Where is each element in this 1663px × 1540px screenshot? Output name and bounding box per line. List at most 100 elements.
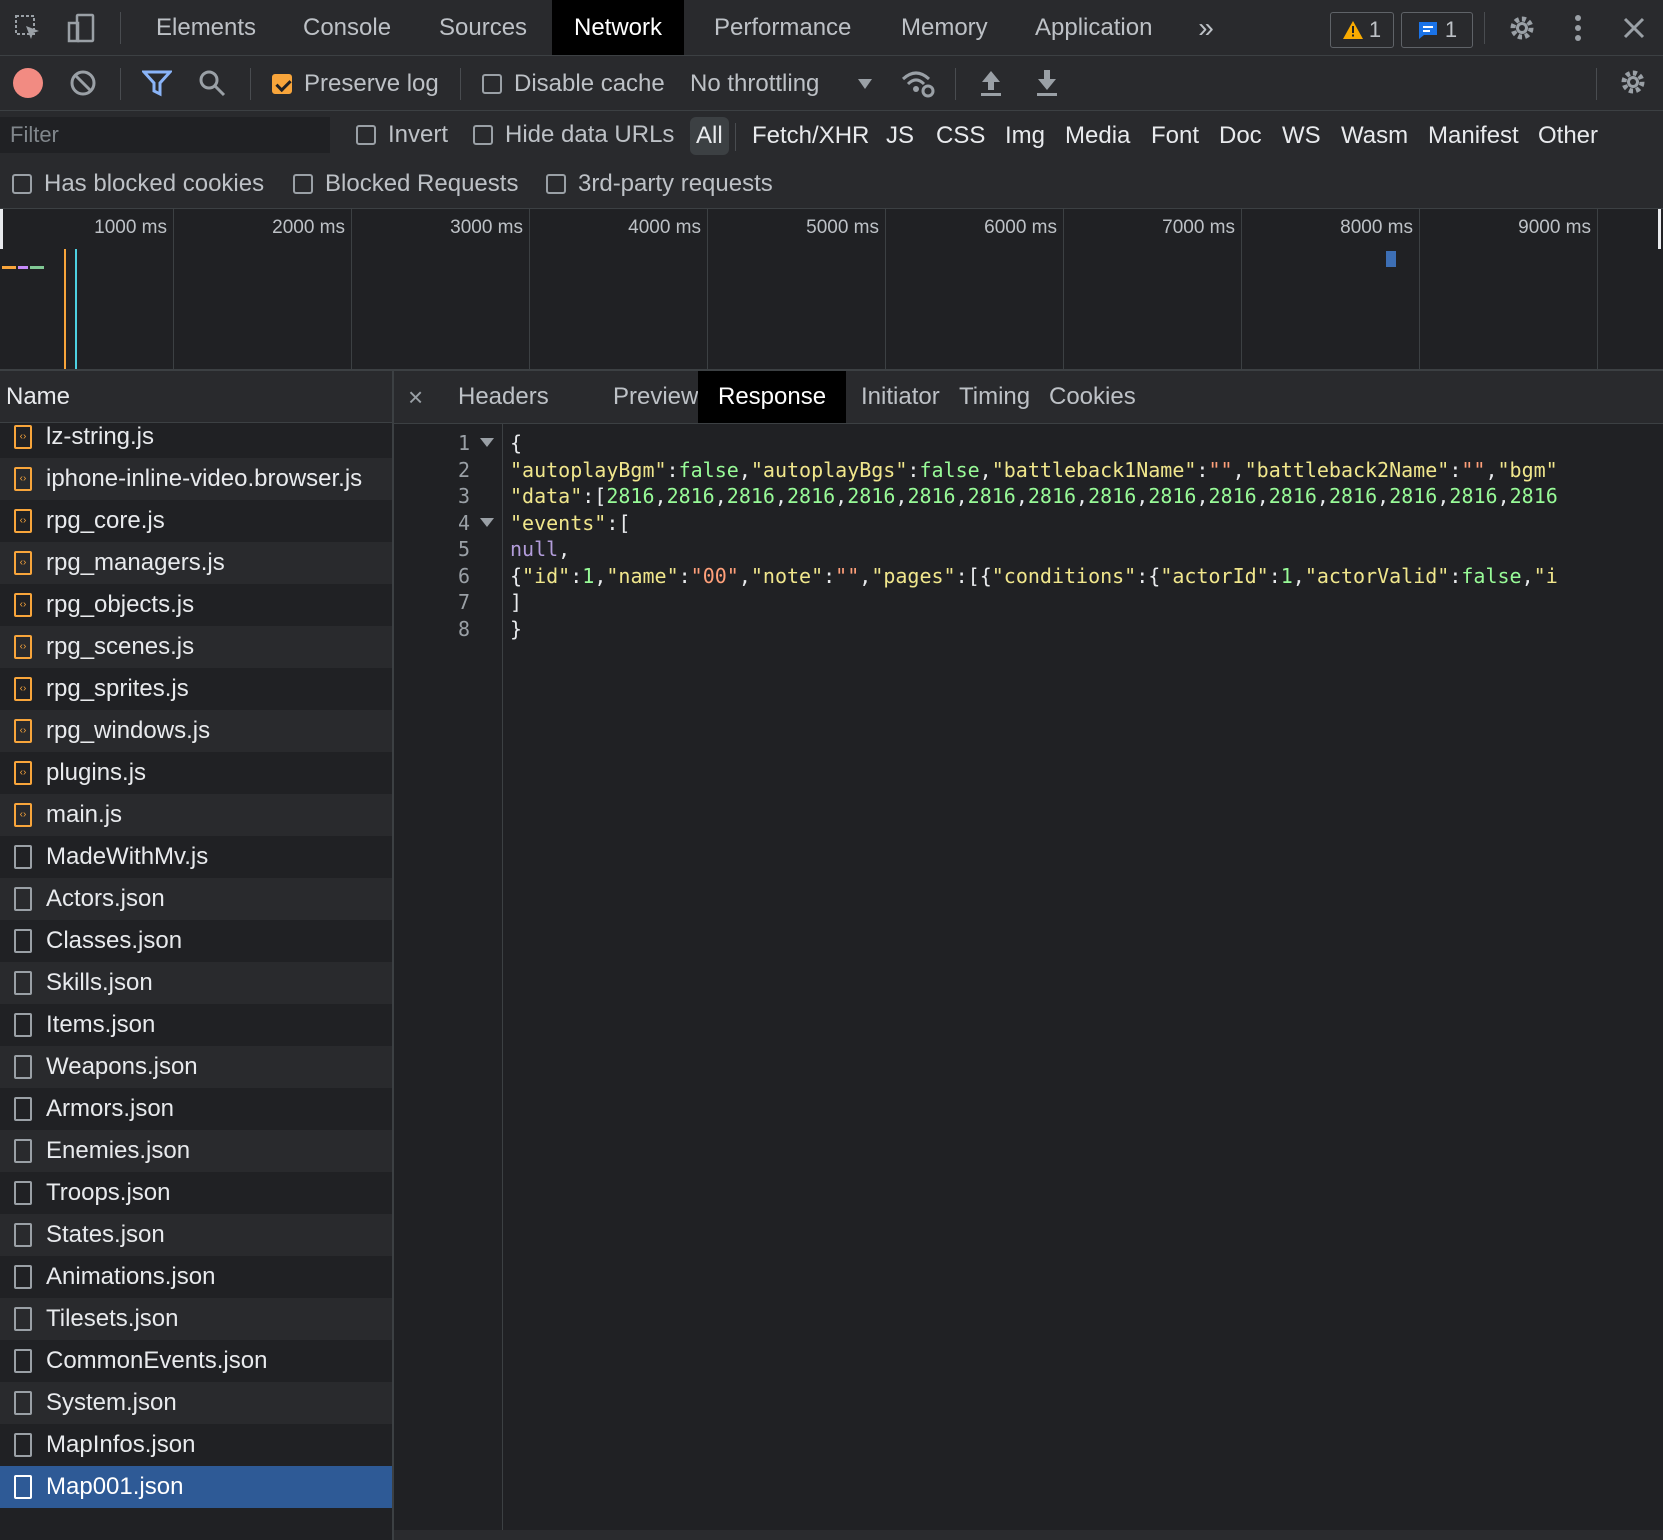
network-settings-gear-icon[interactable] [1618, 67, 1648, 102]
more-tabs-icon[interactable]: » [1180, 0, 1232, 55]
network-conditions-icon[interactable] [900, 67, 936, 104]
disable-cache-checkbox[interactable]: Disable cache [482, 70, 665, 98]
code-token: : [570, 563, 583, 588]
import-har-icon[interactable] [978, 68, 1004, 103]
invert-label: Invert [388, 121, 449, 148]
script-file-icon [14, 509, 32, 533]
hide-data-urls-check[interactable] [473, 125, 493, 145]
request-row[interactable]: Weapons.json [0, 1046, 392, 1088]
filter-type-other[interactable]: Other [1532, 117, 1604, 155]
document-file-icon [14, 845, 32, 869]
export-har-icon[interactable] [1034, 68, 1060, 103]
disable-cache-check[interactable] [482, 74, 502, 94]
line-number: 5 [457, 537, 470, 561]
code-token: : [1196, 457, 1209, 482]
blocked-requests-check[interactable] [293, 174, 313, 194]
horizontal-scrollbar[interactable] [394, 1530, 1663, 1540]
has-blocked-cookies-check[interactable] [12, 174, 32, 194]
request-row[interactable]: CommonEvents.json [0, 1340, 392, 1382]
throttling-select[interactable]: No throttling [690, 70, 873, 98]
request-row[interactable]: rpg_scenes.js [0, 626, 392, 668]
blocked-requests-checkbox[interactable]: Blocked Requests [293, 170, 518, 198]
clear-icon[interactable] [69, 69, 97, 102]
request-row[interactable]: Animations.json [0, 1256, 392, 1298]
request-row[interactable]: States.json [0, 1214, 392, 1256]
has-blocked-cookies-checkbox[interactable]: Has blocked cookies [12, 170, 264, 198]
fold-toggle-icon[interactable] [480, 517, 494, 527]
filter-type-font[interactable]: Font [1145, 117, 1205, 155]
request-row[interactable]: Skills.json [0, 962, 392, 1004]
request-row[interactable]: plugins.js [0, 752, 392, 794]
warnings-badge[interactable]: 1 [1330, 12, 1394, 48]
filter-type-ws[interactable]: WS [1276, 117, 1327, 155]
code-token: : [823, 563, 836, 588]
filter-type-wasm[interactable]: Wasm [1335, 117, 1414, 155]
preserve-log-check[interactable] [272, 74, 292, 94]
filter-type-media[interactable]: Media [1059, 117, 1136, 155]
timeline-right-handle[interactable] [1658, 209, 1661, 249]
request-row[interactable]: Actors.json [0, 878, 392, 920]
tab-sources[interactable]: Sources [417, 0, 549, 55]
filter-type-css[interactable]: CSS [930, 117, 991, 155]
filter-type-all[interactable]: All [690, 117, 729, 155]
request-row[interactable]: Items.json [0, 1004, 392, 1046]
filter-type-fetch-xhr[interactable]: Fetch/XHR [746, 117, 875, 155]
hide-data-urls-checkbox[interactable]: Hide data URLs [473, 121, 674, 149]
detail-tab-headers[interactable]: Headers [438, 371, 569, 423]
request-row[interactable]: rpg_sprites.js [0, 668, 392, 710]
request-row[interactable]: Troops.json [0, 1172, 392, 1214]
tab-memory[interactable]: Memory [879, 0, 1010, 55]
invert-check[interactable] [356, 125, 376, 145]
record-button[interactable] [13, 68, 43, 98]
request-row[interactable]: lz-string.js [0, 416, 392, 458]
close-devtools-icon[interactable] [1608, 0, 1660, 55]
request-row[interactable]: rpg_windows.js [0, 710, 392, 752]
search-icon[interactable] [198, 69, 226, 102]
line-number: 4 [457, 510, 470, 535]
request-row[interactable]: Armors.json [0, 1088, 392, 1130]
invert-checkbox[interactable]: Invert [356, 121, 448, 149]
device-toolbar-icon[interactable] [56, 0, 108, 55]
request-row[interactable]: Tilesets.json [0, 1298, 392, 1340]
fold-toggle-icon[interactable] [480, 438, 494, 447]
request-row[interactable]: rpg_objects.js [0, 584, 392, 626]
code-token: , [1136, 484, 1149, 508]
request-row[interactable]: MapInfos.json [0, 1424, 392, 1466]
request-row[interactable]: Enemies.json [0, 1130, 392, 1172]
settings-gear-icon[interactable] [1496, 0, 1548, 55]
messages-badge[interactable]: 1 [1401, 12, 1473, 48]
third-party-checkbox[interactable]: 3rd-party requests [546, 170, 773, 198]
tab-network[interactable]: Network [552, 0, 685, 55]
filter-funnel-icon[interactable] [140, 69, 174, 102]
third-party-check[interactable] [546, 174, 566, 194]
tab-elements[interactable]: Elements [134, 0, 278, 55]
request-row[interactable]: iphone-inline-video.browser.js [0, 458, 392, 500]
request-row[interactable]: MadeWithMv.js [0, 836, 392, 878]
tab-application[interactable]: Application [1013, 0, 1174, 55]
request-row[interactable]: Classes.json [0, 920, 392, 962]
close-detail-icon[interactable]: × [408, 371, 423, 423]
filter-type-js[interactable]: JS [880, 117, 920, 155]
devtools-tab-bar: Elements Console Sources Network Performance… [0, 0, 1663, 56]
detail-tab-response[interactable]: Response [698, 371, 847, 423]
response-viewer[interactable]: 12345678 {"autoplayBgm":false,"autoplayB… [394, 424, 1663, 1540]
request-name: rpg_managers.js [46, 549, 225, 576]
inspect-element-icon[interactable] [2, 0, 54, 55]
filter-input[interactable] [0, 117, 330, 153]
network-overview-timeline[interactable]: 1000 ms 2000 ms 3000 ms 4000 ms 5000 ms 6000 … [0, 209, 1663, 371]
detail-tab-cookies[interactable]: Cookies [1029, 371, 1156, 423]
filter-type-manifest[interactable]: Manifest [1422, 117, 1525, 155]
request-row[interactable]: rpg_core.js [0, 500, 392, 542]
request-row[interactable]: main.js [0, 794, 392, 836]
request-row[interactable]: System.json [0, 1382, 392, 1424]
kebab-menu-icon[interactable] [1552, 0, 1604, 55]
timeline-left-handle[interactable] [0, 209, 3, 249]
preserve-log-checkbox[interactable]: Preserve log [272, 70, 439, 98]
request-row[interactable]: Map001.json [0, 1466, 392, 1508]
request-row[interactable]: rpg_managers.js [0, 542, 392, 584]
tab-console[interactable]: Console [281, 0, 413, 55]
filter-type-doc[interactable]: Doc [1213, 117, 1268, 155]
tab-performance[interactable]: Performance [692, 0, 873, 55]
filter-type-img[interactable]: Img [999, 117, 1051, 155]
request-name: Enemies.json [46, 1137, 191, 1164]
